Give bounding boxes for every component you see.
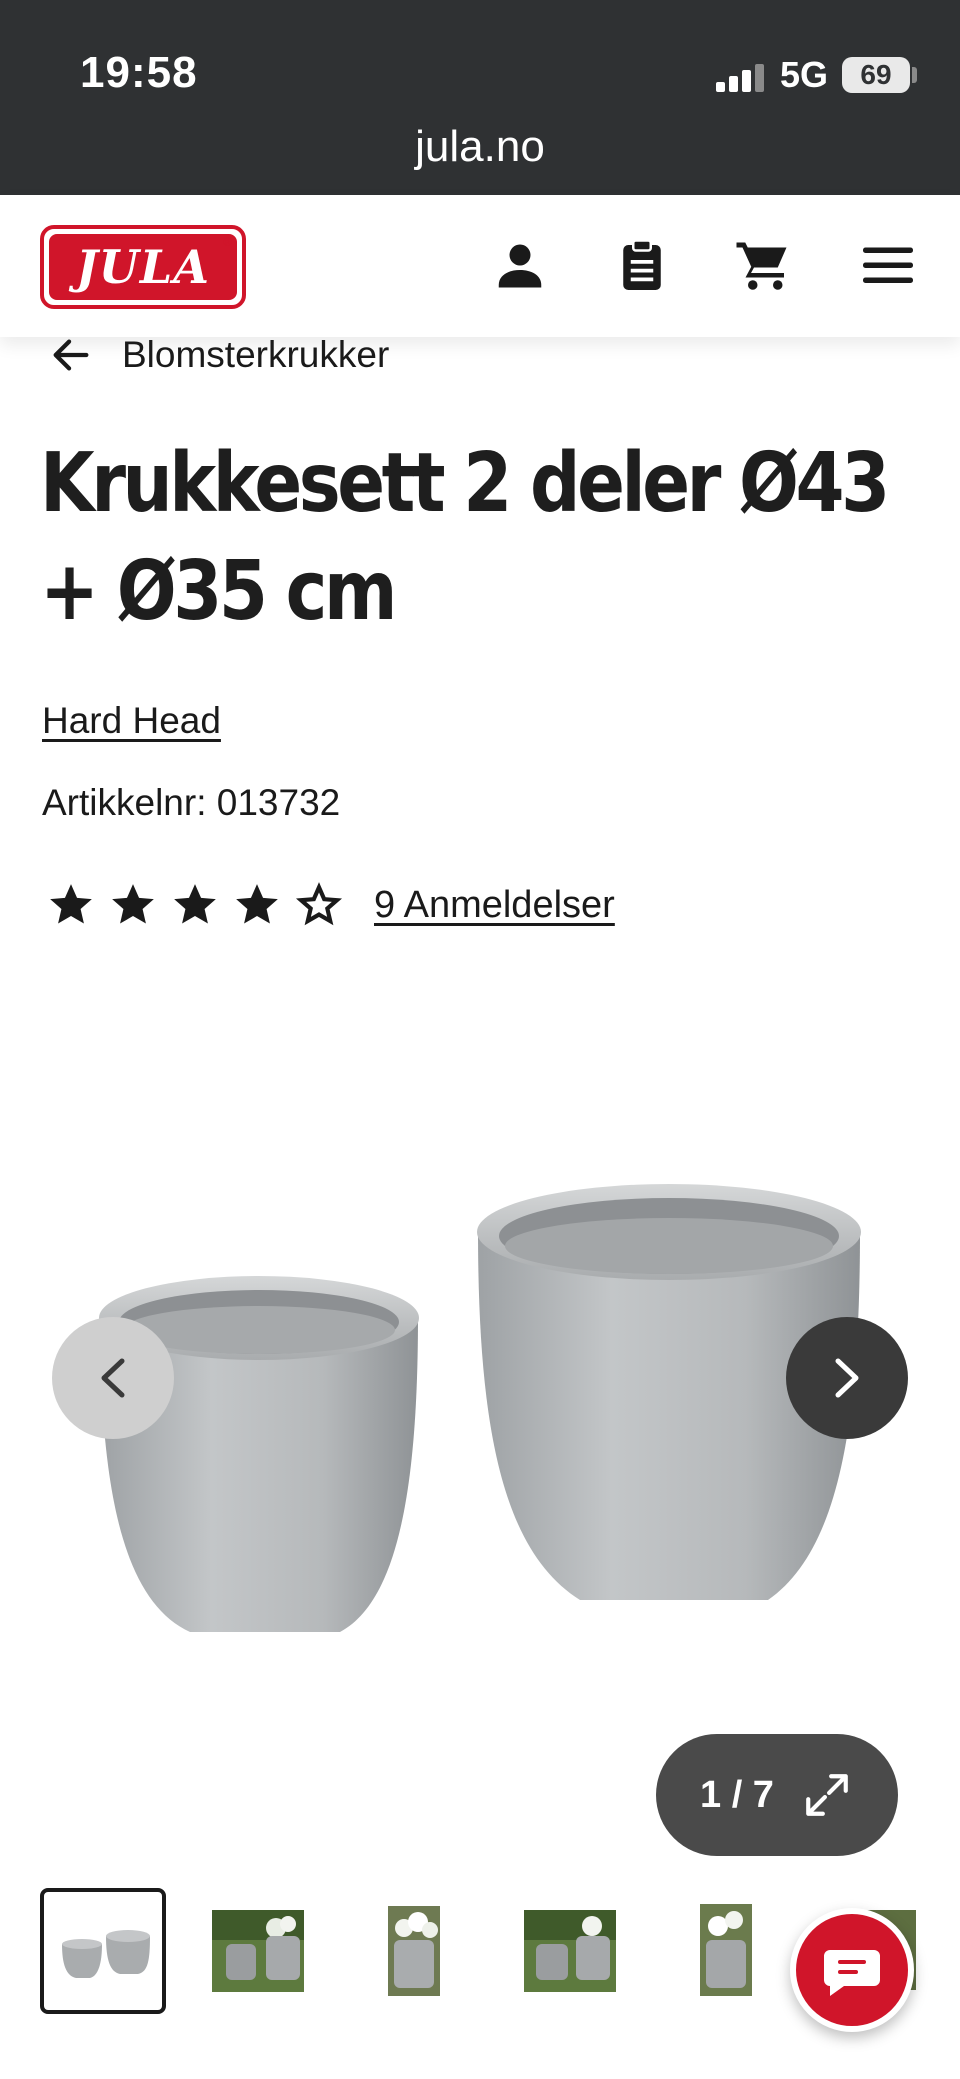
reviews-link[interactable]: 9 Anmeldelser xyxy=(374,884,615,927)
breadcrumb-label: Blomsterkrukker xyxy=(122,334,390,375)
battery-icon: 69 xyxy=(842,57,910,93)
star-full-icon xyxy=(112,884,154,924)
thumbnail-pots-garden-1 xyxy=(212,1910,304,1992)
gallery-next-button[interactable] xyxy=(786,1317,908,1439)
thumbnail-pots-garden-2 xyxy=(524,1910,616,1992)
chevron-right-icon xyxy=(835,1358,859,1398)
status-bar: 19:58 5G 69 jula.no xyxy=(0,0,960,195)
star-full-icon xyxy=(236,884,278,924)
registered-mark: ® xyxy=(223,235,232,249)
thumbnail-pot-white-flowers-1 xyxy=(388,1906,440,1996)
account-icon[interactable] xyxy=(490,235,550,295)
logo-text: JULA xyxy=(49,234,237,300)
rating-row[interactable]: 9 Anmeldelser xyxy=(46,880,615,930)
chat-icon xyxy=(824,1950,880,1996)
thumbnail-item[interactable] xyxy=(40,1888,166,2014)
chat-button[interactable] xyxy=(790,1908,914,2032)
signal-icon xyxy=(716,62,766,92)
gallery-prev-button[interactable] xyxy=(52,1317,174,1439)
thumbnail-item[interactable] xyxy=(352,1888,478,2014)
cart-icon[interactable] xyxy=(734,235,794,295)
browser-url[interactable]: jula.no xyxy=(0,122,960,172)
star-outline-icon xyxy=(295,882,343,926)
thumbnail-pot-white-flowers-2 xyxy=(700,1904,752,1996)
thumbnail-item[interactable] xyxy=(664,1888,790,2014)
article-number: Artikkelnr: 013732 xyxy=(42,782,341,823)
star-full-icon xyxy=(174,884,216,924)
product-gallery[interactable]: 1 / 7 xyxy=(0,960,960,1860)
status-time: 19:58 xyxy=(80,48,198,97)
star-full-icon xyxy=(50,884,92,924)
clipboard-icon[interactable] xyxy=(612,235,672,295)
jula-logo[interactable]: JULA ® xyxy=(40,225,246,309)
network-type: 5G xyxy=(780,54,829,95)
thumbnail-two-grey-pots xyxy=(62,1930,150,1978)
brand-link[interactable]: Hard Head xyxy=(42,700,221,742)
gallery-counter-button[interactable]: 1 / 7 xyxy=(656,1734,898,1856)
expand-icon xyxy=(806,1774,848,1816)
gallery-counter: 1 / 7 xyxy=(700,1773,774,1816)
site-header: JULA ® xyxy=(0,195,960,337)
battery-tip xyxy=(912,67,917,83)
menu-icon[interactable] xyxy=(858,235,918,295)
thumbnail-item[interactable] xyxy=(508,1888,634,2014)
arrow-left-icon xyxy=(53,339,89,371)
thumbnail-item[interactable] xyxy=(196,1888,322,2014)
breadcrumb[interactable]: Blomsterkrukker xyxy=(48,330,389,380)
product-title: Krukkesett 2 deler Ø43 + Ø35 cm xyxy=(40,436,890,639)
chevron-left-icon xyxy=(101,1358,125,1398)
